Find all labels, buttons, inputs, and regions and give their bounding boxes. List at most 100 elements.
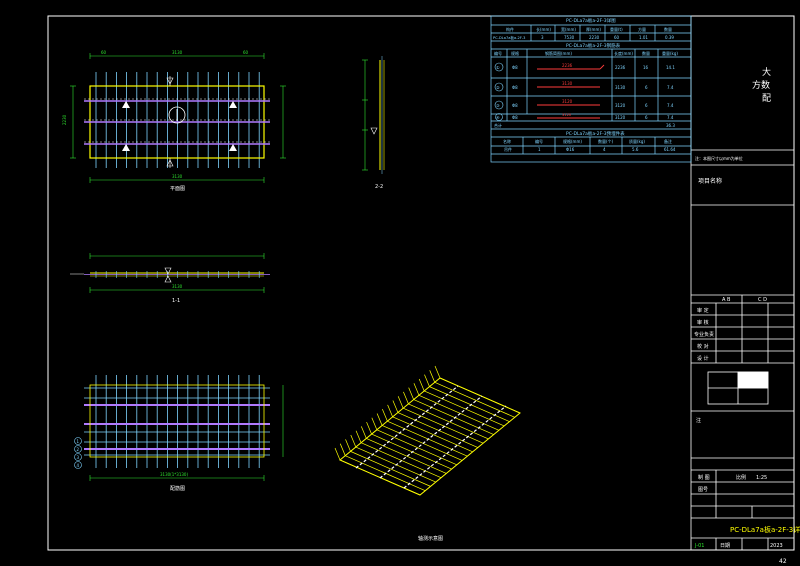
iso-rebar-hook — [366, 421, 372, 435]
section-2-2-view: 2-2 — [362, 56, 385, 190]
iso-rebar-line — [392, 416, 473, 453]
iso-rebar-line — [413, 399, 494, 435]
iso-rebar-hook — [376, 413, 383, 426]
rebar-sketch-lines — [537, 64, 605, 119]
isometric-label: 轴测示意图 — [418, 535, 443, 542]
table-r2-2-len: 3130 — [615, 85, 626, 90]
table-note: 注：本图尺寸以mm为单位 — [695, 155, 743, 161]
table-r1-c7: 0.39 — [665, 35, 674, 40]
role-label-5: 设 计 — [697, 355, 709, 362]
table-r2-3-wt: 7.4 — [667, 103, 674, 108]
iso-rebar-hook — [413, 383, 420, 396]
iso-rebar-line — [434, 381, 515, 418]
plan-dim-total: 3130 — [172, 50, 183, 55]
table-h3-c2: 编号 — [535, 138, 543, 144]
iso-rebar-hook — [334, 447, 341, 461]
table-h2-c4: 长度(mm) — [614, 50, 633, 56]
role-label-6: 制 图 — [698, 474, 710, 481]
table-r3-c5: 5.6 — [632, 147, 639, 152]
iso-rebar-hook — [408, 387, 415, 400]
iso-rebar-line — [360, 442, 442, 479]
plan-dim-bottom: 3130 — [172, 174, 183, 179]
iso-rebar-line — [424, 390, 505, 427]
table-r1-c5: 60 — [614, 35, 620, 40]
table-row-1: ① Φ8 2236 2236 16 14.1 — [494, 62, 675, 72]
table-r2-3-no: ③ — [496, 103, 500, 108]
table-r2-1-spec: Φ8 — [512, 65, 518, 70]
table-r3-c6: 61.64 — [664, 147, 676, 152]
table-title-3: PC-DLa7a板a-2F-3预埋件表 — [566, 130, 625, 137]
iso-rebar-hook — [360, 426, 367, 439]
table-r2-3-len: 3120 — [615, 103, 626, 108]
iso-rebar-line — [376, 429, 457, 466]
plan-dim-width: 2230 — [62, 114, 67, 125]
rebar-mark-3: 3 — [77, 455, 80, 460]
plan-label: 平面图 — [170, 186, 185, 192]
table-r2-3-spec: Φ8 — [512, 103, 518, 108]
date-label: 日期 — [720, 543, 730, 549]
section-1-1-dim: 3130 — [172, 284, 183, 289]
title-block — [690, 15, 795, 551]
iso-rebar-line — [408, 403, 489, 440]
table-r2-1-sketch: 2236 — [562, 63, 573, 68]
table-h2-c3: 钢筋简图(mm) — [545, 50, 572, 56]
table-r1-c1: PC-DLa7a板a-2F-3 — [493, 35, 525, 40]
table-r2-4-spec: Φ8 — [512, 115, 518, 120]
rebar-mark-2: 2 — [77, 447, 80, 452]
table-r3-c4: 4 — [603, 147, 606, 152]
iso-rebar-hook — [345, 439, 351, 452]
iso-rebar-hook — [434, 365, 441, 379]
table-row-3: ③ Φ8 3120 3120 6 7.4 — [494, 99, 674, 110]
iso-rebar-hook — [429, 370, 436, 383]
table-title-2: PC-DLa7a板a-2F-3钢筋表 — [566, 42, 621, 49]
note-label: 注 — [696, 417, 701, 424]
table-total-value: 36.3 — [666, 123, 675, 128]
iso-rebar-line — [429, 386, 510, 422]
table-r1-c2: 3 — [541, 35, 544, 40]
cad-drawing: 大 方数 配 项目名称 A B C D 审 定 审 核 专业负责 校 对 设 计… — [47, 15, 800, 565]
table-title-1: PC-DLa7a板a-2F-3详图 — [566, 17, 616, 24]
iso-rebar-hook — [392, 400, 399, 413]
iso-rebar-hook — [339, 443, 346, 456]
table-r2-2-sketch: 3130 — [562, 81, 573, 86]
table-h1-c3: 宽(mm) — [561, 26, 576, 32]
table-h1-c1: 构件 — [506, 26, 514, 32]
iso-rebar-line — [366, 438, 447, 474]
table-h1-c2: 长(mm) — [536, 26, 551, 32]
iso-rebar-hook — [350, 434, 357, 448]
table-h2-c1: 编号 — [494, 50, 502, 56]
table-r2-1-len: 2236 — [615, 65, 626, 70]
table-r2-2-qty: 6 — [645, 85, 648, 90]
rebar-view: 1 2 3 4 3130(1*3130) 配筋图 — [74, 375, 284, 492]
table-r2-3-sketch: 3120 — [562, 99, 573, 104]
rebar-mark-4: 4 — [77, 463, 80, 468]
table-h3-c4: 数量(个) — [598, 138, 614, 144]
iso-rebar-hook — [355, 430, 362, 443]
table-r3-c3: Φ16 — [566, 147, 575, 152]
drawing-no-value: J-01 — [694, 543, 704, 549]
table-r2-3-qty: 6 — [645, 103, 648, 108]
table-r3-c2: 1 — [538, 147, 541, 152]
iso-rebar-hook — [424, 374, 430, 387]
sign-header-a: A B — [722, 297, 731, 303]
rebar-label: 配筋图 — [170, 485, 185, 492]
table-r2-1-wt: 14.1 — [666, 65, 675, 70]
iso-rebar-line — [350, 451, 431, 487]
iso-rebar-line — [371, 433, 452, 470]
table-r2-2-wt: 7.4 — [667, 85, 674, 90]
table-r2-4-sketch: 3120 — [562, 113, 572, 117]
table-total-label: 合计 — [494, 122, 502, 128]
table-h3-c5: 质量(kg) — [629, 138, 645, 144]
table-r1-c6: 1.01 — [639, 35, 648, 40]
table-h1-c6: 方量 — [638, 26, 646, 32]
design-unit-line-1: 大 — [762, 66, 771, 78]
iso-rebar-line — [418, 394, 500, 431]
scale-label: 比例 — [736, 474, 746, 481]
table-row-2: ② Φ8 3130 3130 6 7.4 — [494, 81, 674, 92]
iso-rebar-hook — [418, 378, 425, 392]
page-number: 42 — [779, 558, 787, 565]
section-2-2-label: 2-2 — [375, 184, 383, 190]
table-h3-c1: 名称 — [503, 138, 511, 144]
table-h2-c5: 数量 — [642, 50, 650, 56]
section-1-1-view: 3130 1-1 — [70, 253, 270, 304]
